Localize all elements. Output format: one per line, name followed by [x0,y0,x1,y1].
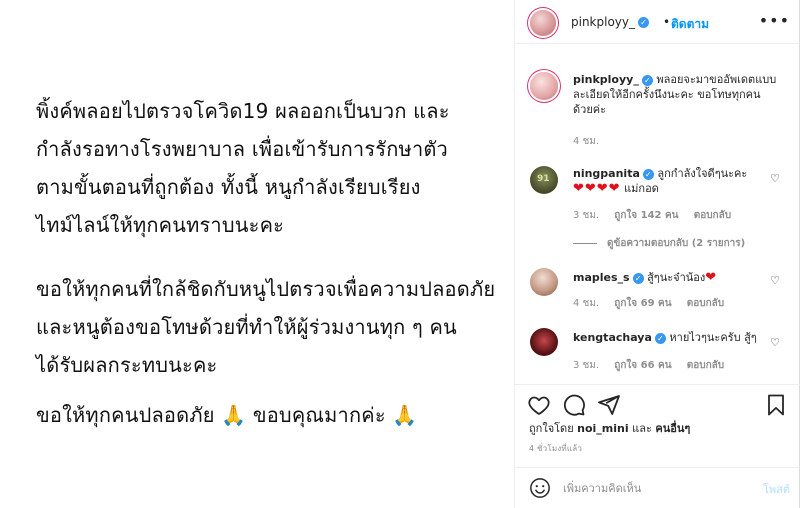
emoji-icon[interactable] [529,477,551,499]
comments-list[interactable]: pinkployy_ ✓ พลอยจะมาขออัพเดตแบบละเอียดให… [515,44,800,384]
comment-likes[interactable]: ถูกใจ 66 คน [614,360,671,371]
comment-text: ลูกกำลังใจดีๆนะคะ [657,167,748,180]
follow-button[interactable]: ติดตาม [671,15,709,34]
comment-text: หายไวๆนะครับ สู้ๆ [669,331,757,344]
hearts-emoji: ❤❤❤❤ [573,181,621,196]
verified-icon: ✓ [638,17,650,28]
avatar[interactable] [530,72,558,100]
post-line: ขอให้ทุกคนที่ใกล้ชิดกับหนูไปตรวจเพื่อควา… [36,277,496,301]
caption-username[interactable]: pinkployy_ [573,73,639,86]
replies-line [573,242,597,244]
liked-by-others[interactable]: คนอื่นๆ [655,422,690,435]
post-line: กำลังรอทางโรงพยาบาล เพื่อเข้ารับการรักษา… [36,137,448,161]
reply-button[interactable]: ตอบกลับ [687,360,724,371]
post-line: พิ้งค์พลอยไปตรวจโควิด19 ผลออกเป็นบวก และ [36,99,450,123]
more-icon[interactable]: ••• [759,11,790,30]
view-replies-button[interactable]: ดูข้อความตอบกลับ (2 รายการ) [573,236,745,251]
liked-by: ถูกใจโดย noi_mini และ คนอื่นๆ [529,419,690,437]
caption-meta: 4 ชม. [573,134,611,149]
separator-dot: • [663,15,671,29]
comment-username[interactable]: maples_s [573,271,630,284]
comment-body: ningpanita ✓ ลูกกำลังใจดีๆนะคะ ❤❤❤❤ แม่กอ… [573,166,773,196]
header-username[interactable]: pinkployy_ ✓ [571,15,650,29]
post-header: pinkployy_ ✓ • ติดตาม ••• [515,0,800,44]
post-line: และหนูต้องขอโทษด้วยที่ทำให้ผู้ร่วมงานทุก… [36,315,457,339]
post-side-panel: pinkployy_ ✓ • ติดตาม ••• pinkployy_ ✓ พลอ… [515,0,800,508]
avatar[interactable] [530,268,558,296]
comment-username[interactable]: ningpanita [573,167,640,180]
post-timestamp[interactable]: 4 ชั่วโมงที่แล้ว [529,442,582,455]
like-comment-heart-icon[interactable]: ♡ [770,336,780,349]
comment-body: kengtachaya ✓ หายไวๆนะครับ สู้ๆ [573,330,773,345]
post-paragraph-3: ขอให้ทุกคนปลอดภัย 🙏 ขอบคุณมากค่ะ 🙏 [36,396,417,434]
comment-likes[interactable]: ถูกใจ 69 คน [614,298,671,309]
bookmark-icon[interactable] [764,393,788,417]
avatar-text: 91 [537,174,550,184]
avatar[interactable]: 91 [530,166,558,194]
verified-icon: ✓ [632,272,644,284]
comment-time: 3 ชม. [573,210,600,221]
liked-by-prefix: ถูกใจโดย [529,422,574,435]
comment-text-2: แม่กอด [624,182,659,195]
avatar[interactable] [530,10,556,36]
view-replies-label: ดูข้อความตอบกลับ (2 รายการ) [607,238,746,249]
reply-button[interactable]: ตอบกลับ [687,298,724,309]
action-bar [515,384,800,424]
post-image[interactable]: พิ้งค์พลอยไปตรวจโควิด19 ผลออกเป็นบวก และ… [0,0,515,508]
heart-icon[interactable] [527,393,551,417]
add-comment-bar: โพสต์ [515,467,800,508]
post-line: ขอให้ทุกคนปลอดภัย 🙏 ขอบคุณมากค่ะ 🙏 [36,403,418,427]
comment-meta: 4 ชม. ถูกใจ 69 คน ตอบกลับ [573,296,736,311]
reply-button[interactable]: ตอบกลับ [694,210,731,221]
post-line: ไทม์ไลน์ให้ทุกคนทราบนะคะ [36,213,285,237]
verified-icon: ✓ [642,168,654,180]
username-text[interactable]: pinkployy_ [571,15,635,29]
comment-username[interactable]: kengtachaya [573,331,652,344]
post-paragraph-2: ขอให้ทุกคนที่ใกล้ชิดกับหนูไปตรวจเพื่อควา… [36,270,495,384]
verified-icon: ✓ [654,332,666,344]
comment-icon[interactable] [562,393,586,417]
liked-by-user[interactable]: noi_mini [577,422,629,435]
comment-meta: 3 ชม. ถูกใจ 66 คน ตอบกลับ [573,358,736,373]
verified-icon: ✓ [641,74,653,86]
instagram-post-modal: พิ้งค์พลอยไปตรวจโควิด19 ผลออกเป็นบวก และ… [0,0,800,508]
post-line: ได้รับผลกระทบนะคะ [36,353,218,377]
caption-body: pinkployy_ ✓ พลอยจะมาขออัพเดตแบบละเอียดให… [573,72,778,117]
liked-by-mid: และ [632,422,652,435]
caption-time: 4 ชม. [573,136,600,147]
share-icon[interactable] [597,393,621,417]
post-line: ตามขั้นตอนที่ถูกต้อง ทั้งนี้ หนูกำลังเรี… [36,175,421,199]
comment-text: สู้ๆนะจ๋าน้อง [647,271,706,284]
comment-input[interactable] [563,479,743,497]
comment-time: 4 ชม. [573,298,600,309]
hearts-emoji: ❤ [705,270,718,285]
comment-meta: 3 ชม. ถูกใจ 142 คน ตอบกลับ [573,208,743,223]
post-comment-button[interactable]: โพสต์ [763,480,790,498]
post-paragraph-1: พิ้งค์พลอยไปตรวจโควิด19 ผลออกเป็นบวก และ… [36,92,450,244]
like-comment-heart-icon[interactable]: ♡ [770,274,780,287]
like-comment-heart-icon[interactable]: ♡ [770,172,780,185]
comment-body: maples_s ✓ สู้ๆนะจ๋าน้อง❤ [573,270,773,285]
comment-time: 3 ชม. [573,360,600,371]
avatar[interactable] [530,328,558,356]
comment-likes[interactable]: ถูกใจ 142 คน [614,210,678,221]
